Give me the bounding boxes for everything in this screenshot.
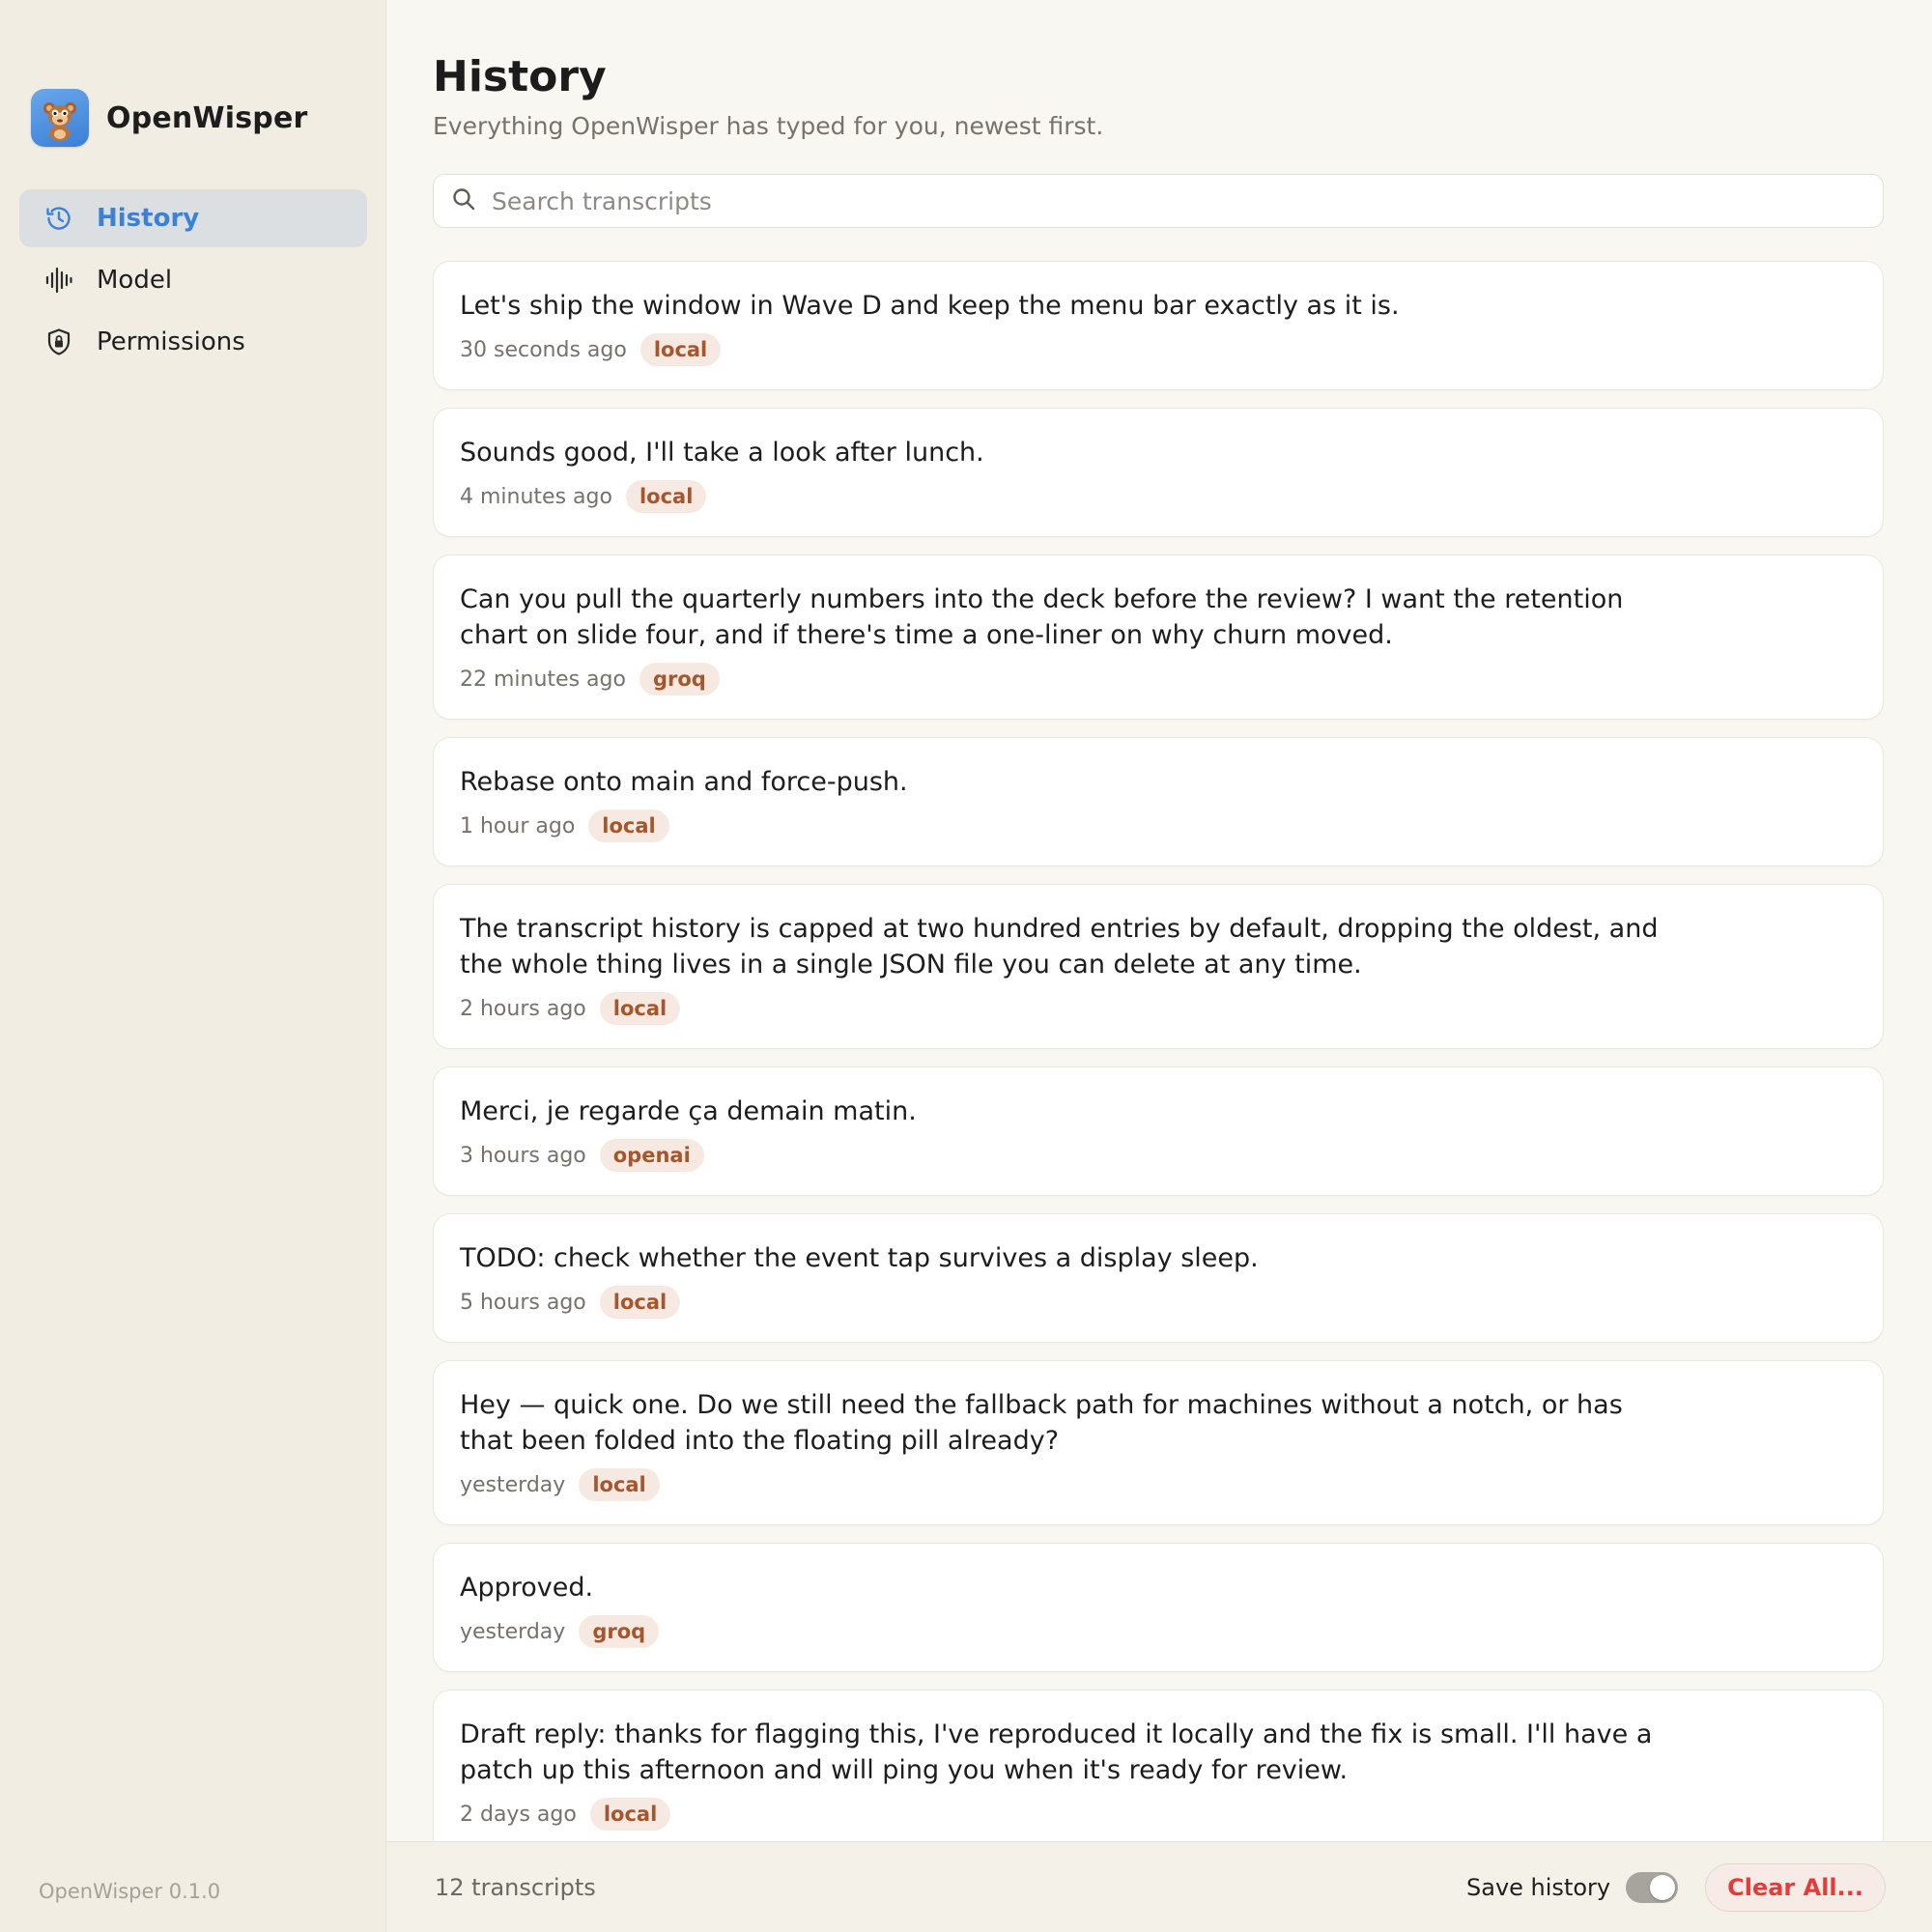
shield-lock-icon	[43, 326, 75, 358]
transcript-time: yesterday	[460, 1619, 566, 1644]
transcript-text: Can you pull the quarterly numbers into …	[460, 584, 1624, 650]
transcript-card[interactable]: Merci, je regarde ça demain matin. 3 hour…	[433, 1066, 1884, 1196]
transcript-card[interactable]: Draft reply: thanks for flagging this, I…	[433, 1690, 1884, 1841]
sidebar-item-label: History	[97, 204, 200, 233]
source-badge: groq	[639, 663, 720, 696]
transcript-meta: yesterday groq	[460, 1615, 1857, 1648]
transcript-meta: yesterday local	[460, 1468, 1857, 1501]
source-badge: local	[589, 1798, 671, 1831]
transcript-time: 22 minutes ago	[460, 667, 626, 692]
transcript-count: 12 transcripts	[435, 1873, 596, 1901]
transcript-text: Sounds good, I'll take a look after lunc…	[460, 438, 984, 468]
source-badge: local	[639, 333, 722, 366]
transcript-meta: 5 hours ago local	[460, 1286, 1857, 1319]
transcript-meta: 3 hours ago openai	[460, 1139, 1857, 1172]
transcript-text: The transcript history is capped at two …	[460, 914, 1659, 980]
clear-all-button[interactable]: Clear All...	[1705, 1862, 1886, 1912]
transcript-meta: 4 minutes ago local	[460, 480, 1857, 513]
transcript-text: Merci, je regarde ça demain matin.	[460, 1096, 917, 1126]
source-badge: local	[599, 992, 681, 1025]
sidebar-item-history[interactable]: History	[19, 189, 367, 247]
sidebar-nav: History Model Permissions	[19, 189, 367, 375]
source-badge: local	[625, 480, 707, 513]
save-history-toggle[interactable]	[1626, 1871, 1679, 1903]
toggle-knob	[1650, 1874, 1676, 1900]
footer-bar: 12 transcripts Save history Clear All...	[386, 1841, 1932, 1932]
page-title: History	[433, 52, 607, 101]
transcript-list: Let's ship the window in Wave D and keep…	[433, 261, 1884, 1841]
transcript-time: 30 seconds ago	[460, 337, 627, 362]
app-name: OpenWisper	[106, 100, 308, 135]
sidebar-item-label: Model	[97, 266, 173, 295]
transcript-card[interactable]: Let's ship the window in Wave D and keep…	[433, 261, 1884, 390]
transcript-card[interactable]: Approved. yesterday groq	[433, 1543, 1884, 1672]
transcript-meta: 30 seconds ago local	[460, 333, 1857, 366]
save-history-label: Save history	[1466, 1873, 1611, 1901]
transcript-text: Draft reply: thanks for flagging this, I…	[460, 1719, 1653, 1785]
search-bar[interactable]	[433, 174, 1884, 228]
search-icon	[451, 186, 476, 215]
transcript-card[interactable]: TODO: check whether the event tap surviv…	[433, 1213, 1884, 1343]
transcript-time: 2 hours ago	[460, 996, 586, 1021]
transcript-text: Rebase onto main and force-push.	[460, 767, 908, 797]
transcript-meta: 22 minutes ago groq	[460, 663, 1857, 696]
sidebar-item-model[interactable]: Model	[19, 251, 367, 309]
search-input[interactable]	[492, 186, 1883, 215]
source-badge: local	[588, 810, 669, 842]
source-badge: local	[579, 1468, 660, 1501]
transcript-meta: 1 hour ago local	[460, 810, 1857, 842]
transcript-time: 1 hour ago	[460, 813, 576, 838]
transcript-time: yesterday	[460, 1472, 566, 1497]
transcript-card[interactable]: Rebase onto main and force-push. 1 hour a…	[433, 737, 1884, 867]
main-content: History Everything OpenWisper has typed …	[386, 0, 1932, 1932]
transcript-time: 3 hours ago	[460, 1143, 586, 1168]
transcript-text: Hey — quick one. Do we still need the fa…	[460, 1390, 1623, 1456]
transcript-card[interactable]: Can you pull the quarterly numbers into …	[433, 554, 1884, 720]
transcript-time: 4 minutes ago	[460, 484, 612, 509]
transcript-time: 2 days ago	[460, 1802, 577, 1827]
source-badge: local	[599, 1286, 681, 1319]
transcript-card[interactable]: The transcript history is capped at two …	[433, 884, 1884, 1049]
source-badge: openai	[599, 1139, 704, 1172]
transcript-text: Approved.	[460, 1573, 594, 1603]
transcript-meta: 2 hours ago local	[460, 992, 1857, 1025]
transcript-time: 5 hours ago	[460, 1290, 586, 1315]
history-icon	[43, 202, 75, 235]
transcript-text: TODO: check whether the event tap surviv…	[460, 1243, 1259, 1273]
app-version: OpenWisper 0.1.0	[39, 1880, 221, 1903]
transcript-card[interactable]: Hey — quick one. Do we still need the fa…	[433, 1360, 1884, 1525]
transcript-card[interactable]: Sounds good, I'll take a look after lunc…	[433, 408, 1884, 537]
transcript-meta: 2 days ago local	[460, 1798, 1857, 1831]
brand: OpenWisper	[31, 89, 308, 147]
source-badge: groq	[579, 1615, 660, 1648]
sidebar-item-permissions[interactable]: Permissions	[19, 313, 367, 371]
app-logo-icon	[31, 89, 89, 147]
transcript-text: Let's ship the window in Wave D and keep…	[460, 291, 1400, 321]
page-subtitle: Everything OpenWisper has typed for you,…	[433, 112, 1104, 140]
sidebar: OpenWisper History Model Permissions Ope…	[0, 0, 386, 1932]
sidebar-item-label: Permissions	[97, 327, 245, 356]
waveform-icon	[43, 264, 75, 297]
